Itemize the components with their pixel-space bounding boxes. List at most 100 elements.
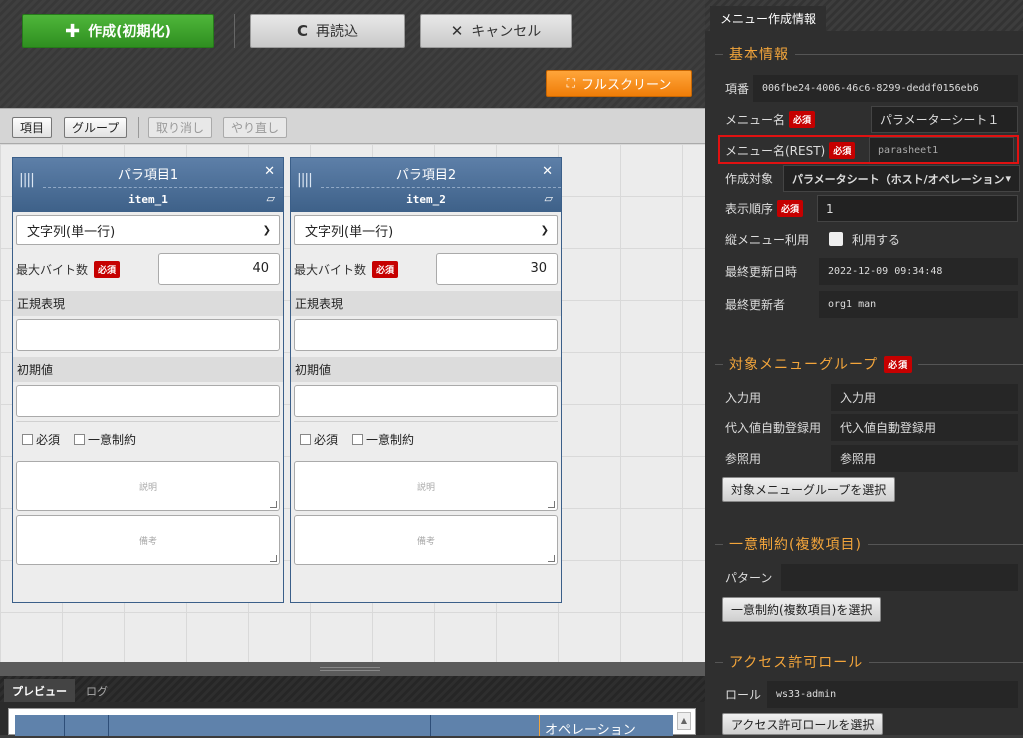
unique-checkbox[interactable]: 一意制約 <box>74 431 136 448</box>
note-textarea[interactable]: 備考 <box>16 515 280 565</box>
vertical-checkbox[interactable]: 利用する <box>829 225 900 253</box>
updated-at-row: 最終更新日時 2022-12-09 09:34:48 <box>705 257 1023 285</box>
unique-legend: 一意制約(複数項目) <box>723 534 868 554</box>
initial-value-input[interactable] <box>294 385 558 417</box>
header-column-divider <box>64 715 65 736</box>
undo-button[interactable]: 取り消し <box>148 117 213 138</box>
pane-splitter[interactable] <box>0 662 705 676</box>
required-checkbox[interactable]: 必須 <box>300 431 338 448</box>
unique-legend-text: 一意制約(複数項目) <box>729 537 862 553</box>
column-card-header[interactable]: |||| パラ項目1 ✕ item_1 ▱ <box>13 158 283 212</box>
tab-log[interactable]: ログ <box>78 679 116 702</box>
close-icon[interactable]: ✕ <box>264 164 275 179</box>
fullscreen-button[interactable]: ⛶ フルスクリーン <box>546 70 692 97</box>
column-key[interactable]: item_2 <box>291 193 561 206</box>
input-group-value: 入力用 <box>831 384 1018 411</box>
preview-column-operation: オペレーション <box>545 723 636 738</box>
scroll-up-icon[interactable]: ▲ <box>677 712 691 730</box>
menu-group-legend: 対象メニューグループ 必須 <box>723 354 919 374</box>
close-icon[interactable]: ✕ <box>542 164 553 179</box>
ref-group-row: 参照用 参照用 <box>705 444 1023 472</box>
role-legend-text: アクセス許可ロール <box>729 655 864 671</box>
eraser-icon[interactable]: ▱ <box>267 192 275 205</box>
select-unique-button-label: 一意制約(複数項目)を選択 <box>731 603 873 617</box>
initial-value-label: 初期値 <box>291 357 561 382</box>
select-menu-group-button[interactable]: 対象メニューグループを選択 <box>722 477 896 502</box>
required-checkbox-label: 必須 <box>314 433 339 447</box>
note-textarea[interactable]: 備考 <box>294 515 558 565</box>
menu-name-label-wrap: メニュー名 必須 <box>725 105 816 133</box>
create-button[interactable]: ✚ 作成(初期化) <box>22 14 214 48</box>
required-checkbox-label: 必須 <box>36 433 61 447</box>
select-role-button[interactable]: アクセス許可ロールを選択 <box>722 713 884 735</box>
target-select[interactable]: パラメータシート（ホスト/オペレーションあ ▾ <box>783 165 1020 192</box>
description-placeholder: 説明 <box>416 482 435 493</box>
description-textarea[interactable]: 説明 <box>16 461 280 511</box>
column-key[interactable]: item_1 <box>13 193 283 206</box>
column-title[interactable]: パラ項目2 <box>291 164 561 183</box>
chevron-down-icon: ❯ <box>540 224 549 236</box>
vertical-checkbox-label: 利用する <box>852 232 901 247</box>
order-label: 表示順序 <box>725 201 774 216</box>
updated-at-value: 2022-12-09 09:34:48 <box>819 258 1018 285</box>
basic-info-legend-text: 基本情報 <box>729 47 789 63</box>
header-divider <box>321 187 561 188</box>
max-bytes-input[interactable]: 40 <box>158 253 280 285</box>
column-card[interactable]: |||| パラ項目2 ✕ item_2 ▱ 文字列(単一行) ❯ 最大バイト数 … <box>290 157 562 603</box>
required-badge: 必須 <box>372 260 399 278</box>
checkbox-icon[interactable] <box>74 434 86 445</box>
tab-menu-info-label: メニュー作成情報 <box>720 12 817 26</box>
role-label: ロール <box>725 687 762 702</box>
type-select-value: 文字列(単一行) <box>27 224 116 240</box>
header-column-divider <box>430 715 431 736</box>
max-bytes-input[interactable]: 30 <box>436 253 558 285</box>
description-textarea[interactable]: 説明 <box>294 461 558 511</box>
role-row: ロール ws33-admin <box>705 680 1023 708</box>
checkbox-icon[interactable] <box>829 232 843 246</box>
target-select-value: パラメータシート（ホスト/オペレーションあ <box>792 172 1006 186</box>
reload-button[interactable]: C 再読込 <box>250 14 405 48</box>
tab-preview-label: プレビュー <box>12 684 67 698</box>
subst-group-row: 代入値自動登録用 代入値自動登録用 <box>705 413 1023 441</box>
highlight-box <box>718 135 1019 164</box>
tab-menu-info[interactable]: メニュー作成情報 <box>710 6 827 31</box>
column-card[interactable]: |||| パラ項目1 ✕ item_1 ▱ 文字列(単一行) ❯ 最大バイト数 … <box>12 157 284 603</box>
chevron-down-icon: ▾ <box>1005 172 1011 185</box>
order-input[interactable]: 1 <box>817 195 1018 222</box>
max-bytes-label: 最大バイト数 <box>16 262 89 277</box>
regex-label: 正規表現 <box>13 291 283 316</box>
column-title[interactable]: パラ項目1 <box>13 164 283 183</box>
group-button[interactable]: グループ <box>64 117 128 138</box>
splitter-grip-icon[interactable] <box>320 667 380 671</box>
checkbox-icon[interactable] <box>300 434 311 445</box>
regex-input[interactable] <box>16 319 280 351</box>
chevron-down-icon: ❯ <box>262 224 271 236</box>
initial-value-input[interactable] <box>16 385 280 417</box>
order-label-wrap: 表示順序 必須 <box>725 194 804 222</box>
select-unique-button[interactable]: 一意制約(複数項目)を選択 <box>722 597 882 622</box>
column-card-body: 文字列(単一行) ❯ 最大バイト数 必須 30 正規表現 初期値 必須 一意制約… <box>291 212 561 568</box>
checkbox-icon[interactable] <box>22 434 33 445</box>
order-row: 表示順序 必須 1 <box>705 194 1023 222</box>
regex-input[interactable] <box>294 319 558 351</box>
editor-area: ✚ 作成(初期化) C 再読込 ✕ キャンセル ⛶ フルスクリーン 項目 グルー… <box>0 0 705 738</box>
type-select[interactable]: 文字列(単一行) ❯ <box>294 215 558 245</box>
updated-by-value: org1 man <box>819 291 1018 318</box>
unique-checkbox[interactable]: 一意制約 <box>352 431 414 448</box>
unique-checkbox-label: 一意制約 <box>88 433 137 447</box>
cancel-button[interactable]: ✕ キャンセル <box>420 14 572 48</box>
menu-name-input[interactable]: パラメーターシート１ <box>871 106 1018 133</box>
item-button[interactable]: 項目 <box>12 117 53 138</box>
subst-group-value: 代入値自動登録用 <box>831 414 1018 441</box>
required-checkbox[interactable]: 必須 <box>22 431 60 448</box>
pattern-label: パターン <box>725 570 773 585</box>
redo-button[interactable]: やり直し <box>223 117 288 138</box>
item-no-row: 項番 006fbe24-4006-46c6-8299-deddf0156eb6 <box>705 74 1023 102</box>
tab-preview[interactable]: プレビュー <box>4 679 75 702</box>
group-button-label: グループ <box>72 121 120 135</box>
checkbox-icon[interactable] <box>352 434 364 445</box>
column-card-header[interactable]: |||| パラ項目2 ✕ item_2 ▱ <box>291 158 561 212</box>
menu-name-row: メニュー名 必須 パラメーターシート１ <box>705 105 1023 133</box>
eraser-icon[interactable]: ▱ <box>545 192 553 205</box>
type-select[interactable]: 文字列(単一行) ❯ <box>16 215 280 245</box>
